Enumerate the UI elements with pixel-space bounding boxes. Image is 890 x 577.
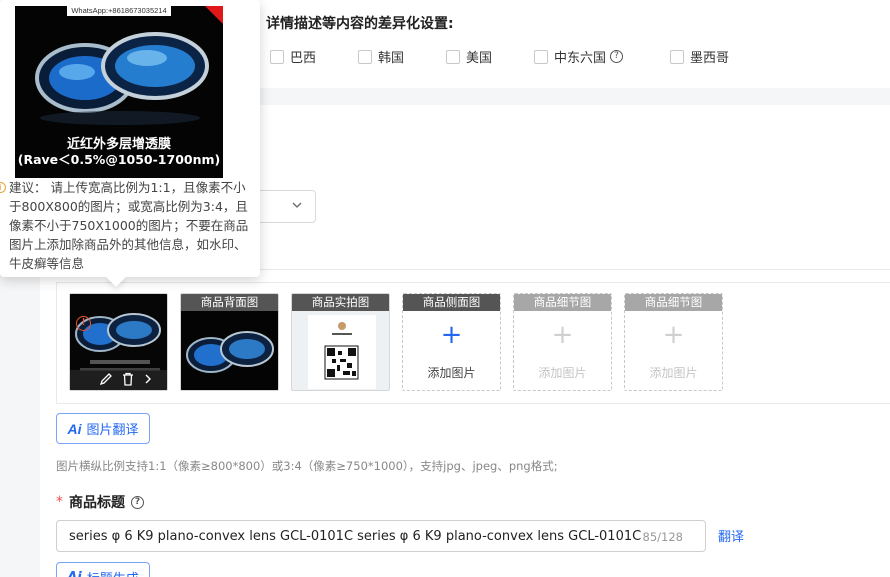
country-checkbox-usa[interactable]: 美国: [446, 47, 492, 66]
image-toolbar: [70, 370, 167, 390]
lens-image: [181, 311, 278, 390]
chevron-down-icon: [291, 199, 303, 214]
char-count: 85/128: [642, 530, 683, 544]
trash-icon[interactable]: [121, 372, 135, 389]
qr-card-image: [292, 311, 389, 390]
required-mark: *: [56, 494, 63, 510]
product-title-input[interactable]: series φ 6 K9 plano-convex lens GCL-0101…: [56, 520, 706, 552]
slot-header: 商品侧面图: [403, 294, 500, 311]
slot-header: 商品实拍图: [292, 294, 389, 311]
plus-icon: +: [440, 320, 463, 350]
image-slot-side[interactable]: 商品侧面图 + 添加图片: [402, 293, 501, 391]
button-label: 标题生成: [87, 568, 139, 577]
country-checkbox-mexico[interactable]: 墨西哥: [670, 47, 729, 66]
info-icon: i: [0, 182, 6, 193]
chevron-right-icon[interactable]: [143, 373, 153, 388]
image-caption-2: (Rave＜0.5%@1050-1700nm): [17, 152, 221, 167]
button-label: 图片翻译: [86, 423, 139, 438]
add-image-label: 添加图片: [649, 366, 698, 380]
image-slot-main[interactable]: !: [69, 293, 168, 391]
corner-ribbon: [205, 6, 223, 24]
pencil-icon[interactable]: [99, 372, 113, 389]
question-circle-icon[interactable]: ?: [131, 495, 144, 509]
checkbox[interactable]: [446, 49, 460, 64]
slot-header: 商品背面图: [181, 294, 278, 311]
slot-header: 商品细节图: [625, 294, 722, 311]
slot-header: 商品细节图: [514, 294, 611, 311]
image-slot-detail-2: 商品细节图 + 添加图片: [624, 293, 723, 391]
checkbox[interactable]: [270, 49, 284, 64]
image-slot-real[interactable]: 商品实拍图: [291, 293, 390, 391]
warning-icon: !: [76, 316, 91, 331]
title-value: series φ 6 K9 plano-convex lens GCL-0101…: [69, 529, 642, 544]
upload-suggestion-text: 建议： 请上传宽高比例为1:1，且像素不小于800X800的图片；或宽高比例为3…: [9, 180, 249, 271]
country-checkbox-korea[interactable]: 韩国: [358, 47, 404, 66]
plus-icon: +: [662, 320, 685, 350]
title-generate-button[interactable]: Ai 标题生成: [56, 562, 150, 577]
ai-icon: Ai: [67, 420, 82, 437]
watermark: WhatsApp:+8618673035214: [15, 6, 223, 16]
checkbox[interactable]: [670, 49, 684, 64]
image-preview-popover: WhatsApp:+8618673035214 近红外多层增透膜 (Rave＜0…: [0, 0, 260, 277]
preview-image: WhatsApp:+8618673035214 近红外多层增透膜 (Rave＜0…: [15, 6, 223, 178]
country-checkbox-brazil[interactable]: 巴西: [270, 47, 316, 66]
plus-icon: +: [551, 320, 574, 350]
image-slot-back[interactable]: 商品背面图: [180, 293, 279, 391]
image-translate-button[interactable]: Ai 图片翻译: [56, 413, 150, 444]
ai-icon: Ai: [67, 570, 82, 577]
differentiation-title: 详情描述等内容的差异化设置:: [266, 16, 454, 32]
select-dropdown[interactable]: [252, 190, 316, 223]
image-slot-detail-1: 商品细节图 + 添加图片: [513, 293, 612, 391]
add-image-label: 添加图片: [538, 366, 587, 380]
country-checkbox-middle-east[interactable]: 中东六国 ?: [534, 47, 624, 66]
translate-link[interactable]: 翻译: [718, 526, 744, 545]
add-image-label: 添加图片: [427, 366, 476, 380]
image-format-hint: 图片横纵比例支持1:1（像素≥800*800）或3:4（像素≥750*1000）…: [56, 459, 558, 473]
product-title-label: * 商品标题 ?: [56, 492, 144, 512]
checkbox[interactable]: [534, 49, 548, 64]
question-circle-icon[interactable]: ?: [610, 50, 624, 63]
checkbox[interactable]: [358, 49, 372, 64]
